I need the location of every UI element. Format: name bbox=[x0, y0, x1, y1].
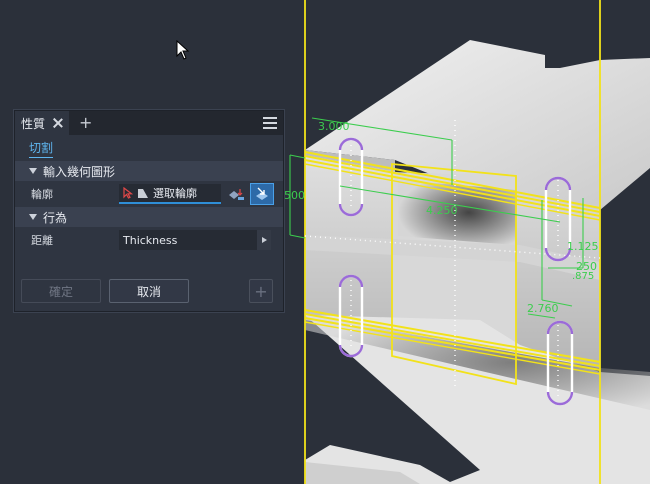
subtab-cut[interactable]: 切割 bbox=[29, 139, 54, 158]
solid-toggle-button[interactable] bbox=[225, 184, 247, 204]
dimension-d2: 500 bbox=[284, 189, 305, 202]
distance-label: 距離 bbox=[31, 234, 53, 247]
section-input-label: 輸入幾何圖形 bbox=[43, 164, 116, 179]
properties-panel: 性質 + 切割 輸入幾何圖形 輪廓 選取輪廓 行為 距離 Thickness 確… bbox=[14, 110, 284, 312]
subtab-row: 切割 bbox=[15, 135, 283, 161]
profile-row: 輪廓 選取輪廓 bbox=[15, 181, 283, 207]
hamburger-menu-icon[interactable] bbox=[263, 117, 277, 129]
distance-row: 距離 Thickness bbox=[15, 227, 283, 253]
chevron-right-icon[interactable] bbox=[257, 230, 271, 250]
collapse-caret-icon bbox=[29, 168, 37, 174]
section-input-geometry[interactable]: 輸入幾何圖形 bbox=[15, 161, 283, 181]
apply-plus-button[interactable]: + bbox=[249, 279, 273, 303]
flip-direction-icon bbox=[256, 187, 268, 200]
dimension-d4: 1.125 bbox=[567, 240, 599, 253]
dimension-d1: 3.000 bbox=[318, 120, 350, 133]
dimension-d3: 4.250 bbox=[426, 204, 458, 217]
dimension-d7: 2.760 bbox=[527, 302, 559, 315]
section-behavior-label: 行為 bbox=[43, 210, 68, 225]
cancel-button[interactable]: 取消 bbox=[109, 279, 189, 303]
tab-properties-label: 性質 bbox=[21, 116, 46, 131]
close-icon[interactable] bbox=[53, 118, 63, 128]
select-arrow-icon bbox=[123, 187, 133, 199]
distance-value: Thickness bbox=[123, 233, 178, 247]
section-behavior[interactable]: 行為 bbox=[15, 207, 283, 227]
profile-label: 輪廓 bbox=[31, 188, 53, 201]
profile-value: 選取輪廓 bbox=[153, 187, 197, 200]
mouse-pointer-icon bbox=[176, 40, 190, 60]
action-buttons: 確定 取消 + bbox=[21, 279, 277, 303]
distance-dropdown[interactable]: Thickness bbox=[119, 230, 271, 250]
collapse-caret-icon bbox=[29, 214, 37, 220]
panel-tab-bar: 性質 + bbox=[15, 111, 283, 135]
dimension-d6: .875 bbox=[572, 271, 594, 282]
profile-selector[interactable]: 選取輪廓 bbox=[119, 184, 221, 204]
tab-properties[interactable]: 性質 bbox=[15, 111, 70, 135]
profile-shape-icon bbox=[138, 189, 148, 198]
ok-button[interactable]: 確定 bbox=[21, 279, 101, 303]
add-tab-icon[interactable]: + bbox=[79, 115, 92, 131]
solids-icon bbox=[229, 189, 244, 200]
flip-direction-button[interactable] bbox=[250, 183, 274, 205]
